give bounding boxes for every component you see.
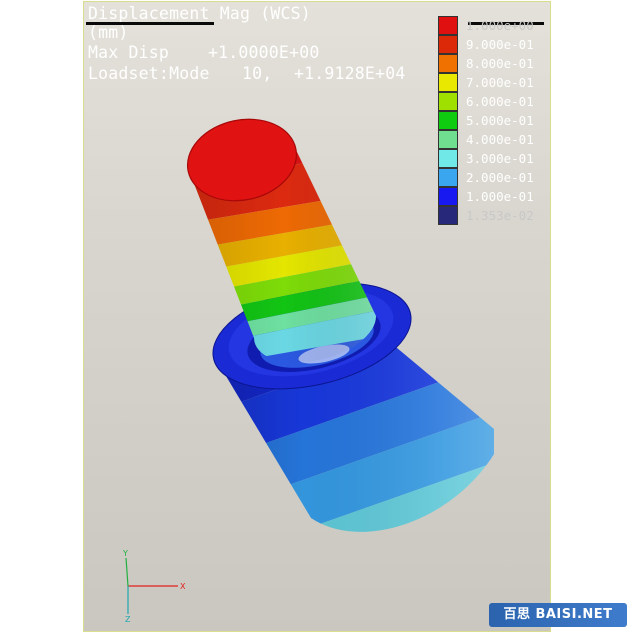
legend-value: 6.000e-01 xyxy=(466,94,534,109)
plot-title: Displacement Mag (WCS) xyxy=(88,4,311,23)
max-disp-label: Max Disp xyxy=(88,43,170,62)
triad-y-label: Y xyxy=(122,549,128,558)
legend-swatch xyxy=(438,187,458,206)
frequency-value: +1.9128E+04 xyxy=(294,64,406,83)
legend-value: 4.000e-01 xyxy=(466,132,534,147)
legend-value: 1.000e-01 xyxy=(466,189,534,204)
legend-value: 1.000e+00 xyxy=(466,18,534,33)
legend-swatch xyxy=(438,73,458,92)
legend-swatch xyxy=(438,168,458,187)
legend-swatch xyxy=(438,149,458,168)
loadset-label: Loadset:Mode xyxy=(88,64,210,83)
legend-swatch xyxy=(438,92,458,111)
site-watermark: 百思 BAISI.NET xyxy=(489,603,627,627)
title-underline xyxy=(86,22,214,25)
coordinate-triad: Y X Z xyxy=(122,549,186,624)
units-label: (mm) xyxy=(88,23,129,42)
triad-x-label: X xyxy=(180,582,186,591)
legend-swatch xyxy=(438,111,458,130)
legend-swatch xyxy=(438,130,458,149)
legend-value: 3.000e-01 xyxy=(466,151,534,166)
legend-value: 9.000e-01 xyxy=(466,37,534,52)
legend-swatch xyxy=(438,16,458,35)
graphics-viewport[interactable]: Displacement Mag (WCS) (mm) Max Disp +1.… xyxy=(83,1,551,632)
mode-number: 10, xyxy=(242,64,273,83)
legend-value: 7.000e-01 xyxy=(466,75,534,90)
legend-value: 1.353e-02 xyxy=(466,208,534,223)
max-disp-value: +1.0000E+00 xyxy=(208,43,320,62)
triad-z-label: Z xyxy=(125,615,131,624)
legend-value: 2.000e-01 xyxy=(466,170,534,185)
legend-swatch xyxy=(438,206,458,225)
legend-swatch xyxy=(438,54,458,73)
legend-swatch xyxy=(438,35,458,54)
legend-value: 8.000e-01 xyxy=(466,56,534,71)
legend-value: 5.000e-01 xyxy=(466,113,534,128)
